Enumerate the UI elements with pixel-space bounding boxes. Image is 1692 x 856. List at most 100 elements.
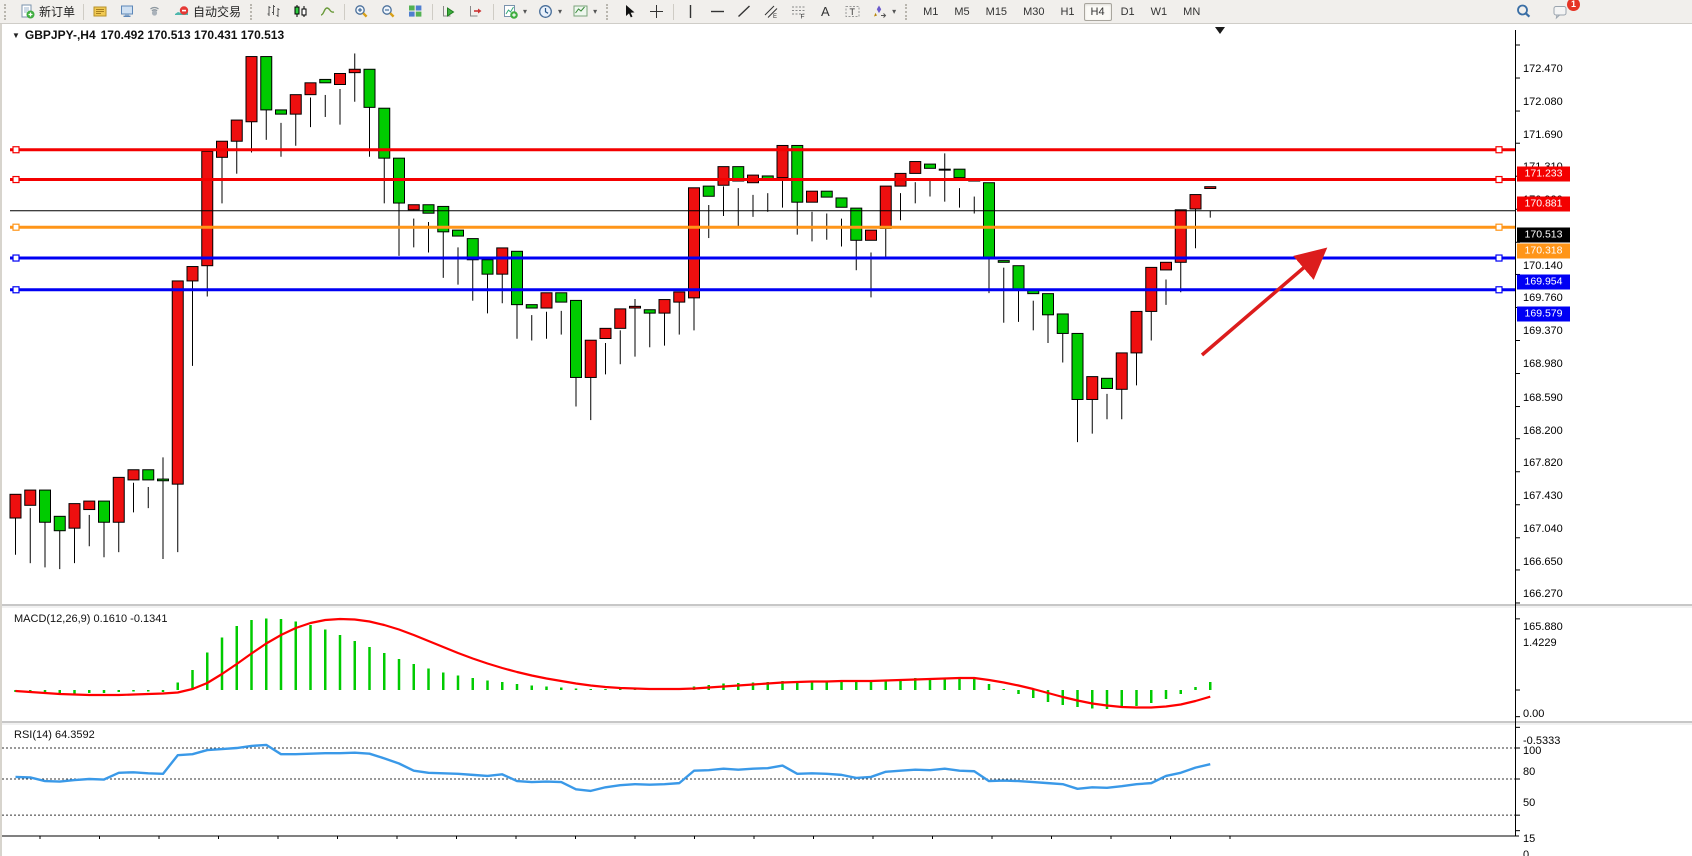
support-line-2-handle[interactable] (1496, 287, 1502, 293)
zoom-out-button[interactable] (376, 1, 401, 22)
toolbar-right: 1 (1510, 1, 1692, 22)
dropdown-arrow-icon[interactable]: ▾ (892, 7, 896, 16)
rsi-panel (2, 745, 1515, 815)
pivot-line-handle[interactable] (13, 224, 19, 230)
candle (644, 310, 655, 313)
candle (408, 205, 419, 210)
candle (1102, 378, 1113, 388)
hline-button[interactable] (705, 1, 730, 22)
chart-title: ▼ GBPJPY-,H4 170.492 170.513 170.431 170… (12, 28, 284, 42)
templates-button[interactable]: ▾ (568, 1, 601, 22)
tile-windows-button[interactable] (403, 1, 428, 22)
experts-button[interactable] (115, 1, 140, 22)
timeframe-h1-button[interactable]: H1 (1053, 3, 1081, 21)
timeframe-w1-button[interactable]: W1 (1144, 3, 1175, 21)
signals-button[interactable] (142, 1, 167, 22)
timeframe-m5-button[interactable]: M5 (947, 3, 976, 21)
timeframe-m30-button[interactable]: M30 (1016, 3, 1051, 21)
candle (202, 151, 213, 265)
rsi-tick-label: 0 (1523, 849, 1583, 856)
auto-scroll-button[interactable] (437, 1, 462, 22)
toolbar-separator (83, 4, 84, 20)
trendline-button[interactable] (732, 1, 757, 22)
candle (10, 494, 21, 518)
dropdown-arrow-icon[interactable]: ▾ (523, 7, 527, 16)
new-order-button[interactable]: 新订单 (15, 1, 79, 22)
indicators-button[interactable]: ▾ (498, 1, 531, 22)
price-tick-label: 170.140 (1523, 260, 1583, 272)
support-line-1-handle[interactable] (1496, 255, 1502, 261)
candle (158, 479, 169, 481)
dropdown-arrow-icon[interactable]: ▾ (558, 7, 562, 16)
chart-canvas[interactable] (2, 24, 1692, 856)
price-lines (10, 147, 1515, 293)
notification-badge: 1 (1567, 0, 1580, 11)
candle (939, 169, 950, 170)
candle (187, 267, 198, 281)
shapes-button[interactable]: ▾ (867, 1, 900, 22)
cursor-button[interactable] (617, 1, 642, 22)
timeframe-h4-button[interactable]: H4 (1084, 3, 1112, 21)
channel-icon: E (763, 3, 780, 20)
toolbar-grip[interactable] (905, 4, 912, 20)
price-tick-label: 169.760 (1523, 292, 1583, 304)
search-button[interactable] (1511, 1, 1536, 22)
price-tick-label: 166.270 (1523, 588, 1583, 600)
timeframe-mn-button[interactable]: MN (1176, 3, 1207, 21)
toolbar-grip[interactable] (606, 4, 613, 20)
crosshair-icon (648, 3, 665, 20)
resistance-line-2-price-badge: 170.881 (1517, 196, 1570, 211)
price-tick-label: 168.980 (1523, 358, 1583, 370)
support-line-1-handle[interactable] (13, 255, 19, 261)
resistance-line-1-handle[interactable] (13, 147, 19, 153)
candle-chart-button[interactable] (288, 1, 313, 22)
support-line-1-price-badge: 169.954 (1517, 275, 1570, 290)
cursor-icon (621, 3, 638, 20)
candle (1057, 314, 1068, 333)
dropdown-arrow-icon[interactable]: ▾ (593, 7, 597, 16)
label-button[interactable]: T (840, 1, 865, 22)
market-watch-button[interactable] (88, 1, 113, 22)
notifications-button[interactable]: 1 (1548, 1, 1573, 22)
candle (320, 79, 331, 82)
tile-windows-icon (407, 3, 424, 20)
candle (113, 477, 124, 522)
timeframe-m1-button[interactable]: M1 (916, 3, 945, 21)
candle (556, 293, 567, 302)
trend-annotation-arrow[interactable] (1202, 252, 1322, 355)
symbol-menu-icon[interactable]: ▼ (12, 31, 20, 40)
candle (703, 186, 714, 196)
candle (954, 169, 965, 177)
zoom-in-button[interactable] (349, 1, 374, 22)
crosshair-button[interactable] (644, 1, 669, 22)
line-chart-button[interactable] (315, 1, 340, 22)
candle (807, 191, 818, 202)
rsi-tick-label: 50 (1523, 797, 1583, 809)
toolbar-separator (493, 4, 494, 20)
vline-button[interactable] (678, 1, 703, 22)
timeframe-m15-button[interactable]: M15 (979, 3, 1014, 21)
pivot-line-handle[interactable] (1496, 224, 1502, 230)
periods-button[interactable]: ▾ (533, 1, 566, 22)
candle (880, 186, 891, 228)
current-price-line-price-badge: 170.513 (1517, 227, 1570, 242)
candle (423, 205, 434, 213)
timeframe-d1-button[interactable]: D1 (1114, 3, 1142, 21)
chart-shift-marker[interactable] (1215, 27, 1225, 34)
support-line-2-handle[interactable] (13, 287, 19, 293)
channel-button[interactable]: E (759, 1, 784, 22)
toolbar-grip[interactable] (250, 4, 257, 20)
resistance-line-2-handle[interactable] (13, 177, 19, 183)
rsi-tick-label: 15 (1523, 833, 1583, 845)
chart-shift-button[interactable] (464, 1, 489, 22)
pivot-line-price-badge: 170.318 (1517, 244, 1570, 259)
text-icon: A (817, 3, 834, 20)
resistance-line-1-handle[interactable] (1496, 147, 1502, 153)
bar-chart-button[interactable] (261, 1, 286, 22)
macd-tick-label: 1.4229 (1523, 637, 1583, 649)
autotrade-button[interactable]: 自动交易 (169, 1, 245, 22)
fibonacci-button[interactable]: F (786, 1, 811, 22)
text-button[interactable]: A (813, 1, 838, 22)
resistance-line-2-handle[interactable] (1496, 177, 1502, 183)
toolbar-grip[interactable] (4, 4, 11, 20)
